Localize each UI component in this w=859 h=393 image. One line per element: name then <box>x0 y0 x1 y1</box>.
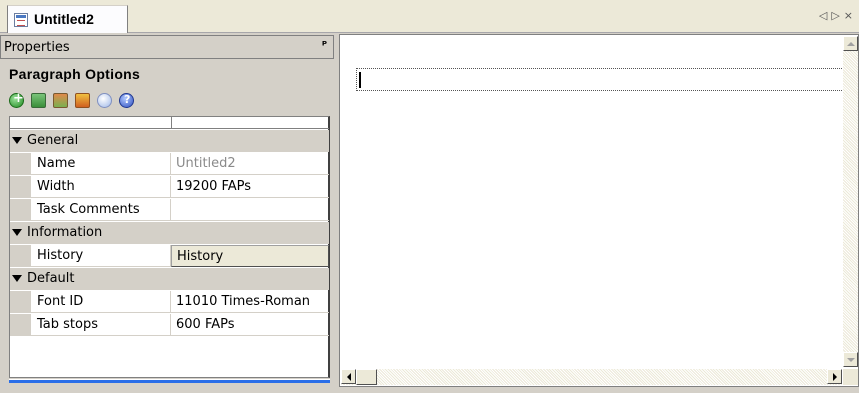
collapse-arrow-icon[interactable] <box>12 229 22 236</box>
text-caret <box>359 72 361 88</box>
scrollbar-corner <box>843 369 858 385</box>
property-value[interactable]: Untitled2 <box>171 153 329 175</box>
document-tab-title: Untitled2 <box>34 11 94 27</box>
move-up-icon[interactable] <box>53 93 68 108</box>
tab-navigation: ◁▷× <box>819 9 857 22</box>
property-value[interactable]: 600 FAPs <box>171 314 329 336</box>
add-icon[interactable] <box>9 91 24 108</box>
collapse-arrow-icon[interactable] <box>12 275 22 282</box>
properties-panel-title: Properties <box>4 40 70 55</box>
property-name: Tab stops <box>31 314 171 336</box>
property-row-font-id[interactable]: Font ID 11010 Times-Roman <box>10 291 329 313</box>
properties-panel-header: Properties ᴾ <box>0 35 334 59</box>
warning-icon[interactable] <box>75 93 90 108</box>
horizontal-scrollbar[interactable] <box>341 369 842 385</box>
category-general[interactable]: General <box>10 130 329 152</box>
info-icon[interactable] <box>97 93 112 108</box>
document-icon <box>14 13 28 27</box>
row-indent <box>10 291 31 313</box>
scroll-down-arrow-icon[interactable] <box>843 352 858 367</box>
category-label: Default <box>27 271 75 286</box>
document-tab-bar: Untitled2 ◁▷× <box>0 0 859 33</box>
property-name: Task Comments <box>31 199 171 221</box>
paragraph-frame[interactable] <box>356 68 844 91</box>
horizontal-scroll-thumb[interactable] <box>356 369 377 385</box>
property-row-task-comments[interactable]: Task Comments <box>10 199 329 221</box>
move-down-icon[interactable] <box>31 93 46 108</box>
category-default[interactable]: Default <box>10 268 329 290</box>
scroll-left-arrow-icon[interactable] <box>341 369 356 384</box>
properties-panel: Properties ᴾ Paragraph Options General N <box>0 34 334 393</box>
property-row-width[interactable]: Width 19200 FAPs <box>10 176 329 198</box>
row-indent <box>10 176 31 198</box>
property-row-name[interactable]: Name Untitled2 <box>10 153 329 175</box>
property-grid: General Name Untitled2 Width 19200 FAPs … <box>9 116 330 378</box>
tab-close-icon[interactable]: × <box>844 9 857 22</box>
tab-next-icon[interactable]: ▷ <box>831 9 843 22</box>
help-icon[interactable] <box>119 93 134 108</box>
properties-toolbar <box>9 90 330 114</box>
paragraph-options-title: Paragraph Options <box>9 66 141 82</box>
category-label: Information <box>27 225 103 240</box>
property-name: Name <box>31 153 171 175</box>
document-tab[interactable]: Untitled2 <box>7 5 128 33</box>
property-value[interactable] <box>171 199 329 221</box>
vertical-scrollbar[interactable] <box>843 36 858 367</box>
column-splitter[interactable] <box>171 117 172 129</box>
scroll-right-arrow-icon[interactable] <box>827 369 842 384</box>
tab-prev-icon[interactable]: ◁ <box>819 9 831 22</box>
row-indent <box>10 314 31 336</box>
row-indent <box>10 199 31 221</box>
properties-body: Paragraph Options General Name Untitled2 <box>0 63 330 393</box>
property-grid-bottom-edge <box>9 379 330 383</box>
collapse-arrow-icon[interactable] <box>12 137 22 144</box>
history-button[interactable]: History <box>171 245 329 267</box>
pin-icon[interactable]: ᴾ <box>322 39 327 52</box>
property-row-tab-stops[interactable]: Tab stops 600 FAPs <box>10 314 329 336</box>
category-label: General <box>27 133 79 148</box>
row-indent <box>10 153 31 175</box>
property-value[interactable]: 19200 FAPs <box>171 176 329 198</box>
document-canvas[interactable] <box>341 36 844 368</box>
property-grid-header <box>10 117 329 129</box>
document-editor <box>339 34 859 387</box>
property-name: Font ID <box>31 291 171 313</box>
property-name: History <box>31 245 171 267</box>
property-row-history[interactable]: History History <box>10 245 329 267</box>
scroll-up-arrow-icon[interactable] <box>843 36 858 51</box>
property-value[interactable]: 11010 Times-Roman <box>171 291 329 313</box>
category-information[interactable]: Information <box>10 222 329 244</box>
row-indent <box>10 245 31 267</box>
property-name: Width <box>31 176 171 198</box>
